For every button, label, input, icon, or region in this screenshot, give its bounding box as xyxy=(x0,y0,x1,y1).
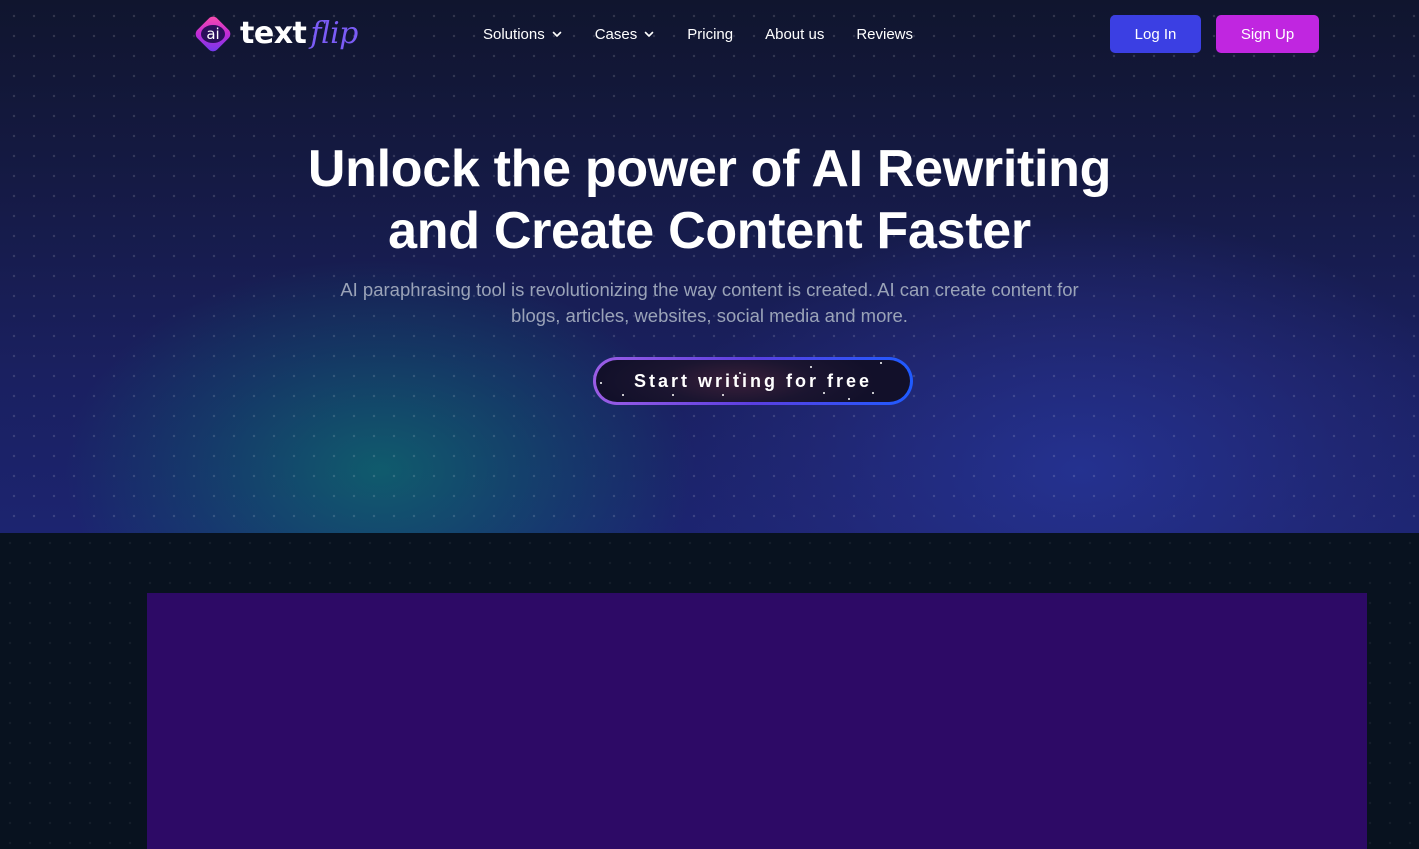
login-button[interactable]: Log In xyxy=(1110,15,1201,53)
brand-logo[interactable]: ai text flip xyxy=(192,12,358,56)
brand-name-accent: flip xyxy=(310,16,358,51)
chevron-down-icon xyxy=(552,31,562,37)
nav-item-reviews[interactable]: Reviews xyxy=(856,26,913,43)
top-navigation: ai text flip Solutions Cases Pricing Abo… xyxy=(0,0,1419,68)
hero-section: ai text flip Solutions Cases Pricing Abo… xyxy=(0,0,1419,533)
hero-dot-pattern xyxy=(0,0,1419,533)
page: ai text flip Solutions Cases Pricing Abo… xyxy=(0,0,1419,849)
signup-button[interactable]: Sign Up xyxy=(1216,15,1319,53)
sparkle-dot xyxy=(880,362,882,364)
demo-video-panel[interactable] xyxy=(147,593,1367,849)
hero-title-line: and Create Content Faster xyxy=(388,202,1031,260)
nav-item-label: Solutions xyxy=(483,25,545,43)
chevron-down-icon xyxy=(644,31,654,37)
sparkle-dot xyxy=(848,398,850,400)
start-writing-button[interactable]: Start writing for free xyxy=(593,357,913,405)
sparkle-dot xyxy=(810,366,812,368)
nav-item-label: Reviews xyxy=(856,25,914,43)
hero-title-line: Unlock the power of AI Rewriting xyxy=(307,140,1112,198)
sparkle-dot xyxy=(872,392,874,394)
nav-item-label: Pricing xyxy=(687,25,734,43)
sparkle-dot xyxy=(600,382,602,384)
logo-badge-text: ai xyxy=(206,25,219,43)
nav-item-cases[interactable]: Cases xyxy=(595,26,656,43)
cta-label: Start writing for free xyxy=(633,370,873,391)
brand-name: text flip xyxy=(240,19,358,49)
hero-subtitle-line: AI paraphrasing tool is revolutionizing … xyxy=(340,279,1079,300)
nav-item-about-us[interactable]: About us xyxy=(765,26,824,43)
sparkle-dot xyxy=(622,394,624,396)
main-menu: Solutions Cases Pricing About us Reviews xyxy=(483,22,945,46)
sparkle-dot xyxy=(722,394,724,396)
hero-subtitle: AI paraphrasing tool is revolutionizing … xyxy=(0,277,1419,329)
nav-item-label: About us xyxy=(765,25,825,43)
brand-name-primary: text xyxy=(240,16,307,51)
hero-subtitle-line: blogs, articles, websites, social media … xyxy=(511,305,908,326)
nav-item-pricing[interactable]: Pricing xyxy=(687,26,733,43)
textflip-diamond-logo-icon: ai xyxy=(192,13,234,55)
sparkle-dot xyxy=(823,392,825,394)
nav-item-solutions[interactable]: Solutions xyxy=(483,26,563,43)
lower-section xyxy=(0,533,1419,849)
hero-title: Unlock the power of AI Rewriting and Cre… xyxy=(0,138,1419,262)
nav-item-label: Cases xyxy=(594,25,638,43)
sparkle-dot xyxy=(672,394,674,396)
cta-inner: Start writing for free xyxy=(596,360,910,402)
